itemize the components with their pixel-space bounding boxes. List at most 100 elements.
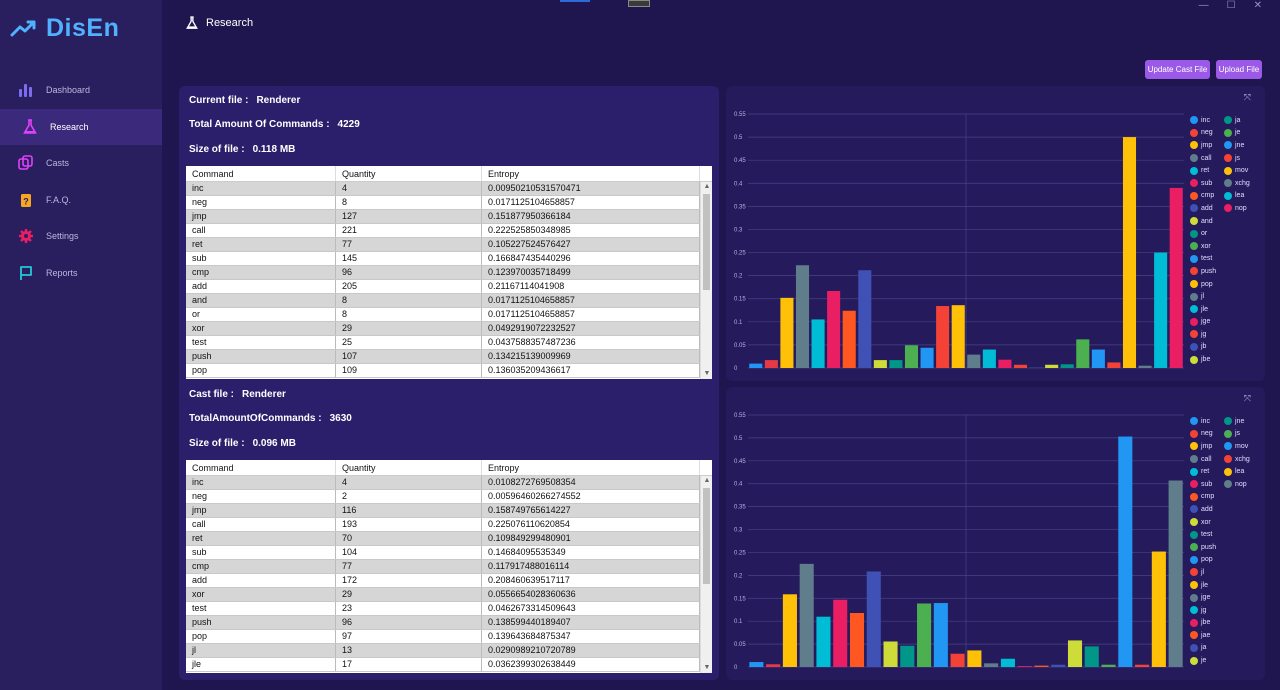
bar-js[interactable] (1101, 664, 1116, 667)
legend-item[interactable] (1224, 617, 1262, 630)
legend-item[interactable] (1224, 491, 1262, 504)
bar-nop[interactable] (1169, 187, 1183, 368)
table-row[interactable]: add 205 0.21167114041908 (186, 280, 712, 294)
legend-item[interactable]: jge (1190, 591, 1224, 604)
legend-item[interactable]: nop (1224, 478, 1262, 491)
legend-item[interactable]: jne (1224, 139, 1262, 152)
legend-item[interactable] (1224, 303, 1262, 316)
table-row[interactable]: inc 4 0.0108272769508354 (186, 476, 712, 490)
legend-item[interactable]: inc (1190, 114, 1224, 127)
legend-item[interactable]: xchg (1224, 177, 1262, 190)
sidebar-item-casts[interactable]: Casts (0, 145, 162, 181)
bar-xor[interactable] (883, 641, 898, 667)
table-row[interactable]: ret 77 0.105227524576427 (186, 238, 712, 252)
column-header-entropy[interactable]: Entropy (482, 166, 700, 181)
legend-item[interactable]: js (1224, 428, 1262, 441)
legend-item[interactable]: test (1190, 528, 1224, 541)
legend-item[interactable] (1224, 566, 1262, 579)
sidebar-item-settings[interactable]: Settings (0, 218, 162, 254)
legend-item[interactable]: nop (1224, 202, 1262, 215)
legend-item[interactable] (1224, 341, 1262, 354)
legend-item[interactable] (1224, 516, 1262, 529)
bar-inc[interactable] (749, 363, 763, 368)
legend-item[interactable]: pop (1190, 278, 1224, 291)
maximize-icon[interactable]: ☐ (1227, 0, 1236, 11)
legend-item[interactable]: jle (1190, 579, 1224, 592)
bar-jb[interactable] (1029, 367, 1043, 369)
legend-item[interactable] (1224, 654, 1262, 667)
legend-item[interactable]: lea (1224, 465, 1262, 478)
legend-item[interactable] (1224, 328, 1262, 341)
table-row[interactable]: cmp 96 0.123970035718499 (186, 266, 712, 280)
legend-item[interactable] (1224, 503, 1262, 516)
bar-sub[interactable] (833, 599, 848, 667)
table-row[interactable]: jl 13 0.0290989210720789 (186, 644, 712, 658)
table-row[interactable]: xor 29 0.0556654028360636 (186, 588, 712, 602)
table-row[interactable]: neg 8 0.0171125104658857 (186, 196, 712, 210)
table-row[interactable]: neg 2 0.00596460266274552 (186, 490, 712, 504)
table-row[interactable]: push 96 0.138599440189407 (186, 616, 712, 630)
bar-cmp[interactable] (849, 612, 865, 667)
table-row[interactable]: add 172 0.208460639517117 (186, 574, 712, 588)
scroll-thumb[interactable] (703, 194, 710, 290)
bar-jmp[interactable] (782, 594, 797, 667)
bar-ret[interactable] (816, 616, 831, 667)
legend-item[interactable]: mov (1224, 440, 1262, 453)
legend-item[interactable] (1224, 629, 1262, 642)
legend-item[interactable]: jae (1190, 629, 1224, 642)
legend-item[interactable]: jbe (1190, 617, 1224, 630)
bar-lea[interactable] (1154, 252, 1168, 368)
bar-nop[interactable] (1168, 480, 1183, 667)
legend-item[interactable]: ja (1224, 114, 1262, 127)
bar-mov[interactable] (1122, 137, 1137, 368)
bar-je[interactable] (1076, 339, 1090, 368)
bar-jle[interactable] (982, 349, 996, 368)
legend-item[interactable] (1224, 265, 1262, 278)
legend-item[interactable]: jne (1224, 415, 1262, 428)
table-row[interactable]: sub 145 0.166847435440296 (186, 252, 712, 266)
scroll-thumb[interactable] (703, 488, 710, 584)
current-commands-table[interactable]: Command Quantity Entropy inc 4 0.009502105… (186, 166, 712, 379)
legend-item[interactable]: neg (1190, 127, 1224, 140)
table-row[interactable]: push 107 0.134215139009969 (186, 350, 712, 364)
column-header-entropy[interactable]: Entropy (482, 460, 700, 475)
table-row[interactable]: jle 17 0.0362399302638449 (186, 658, 712, 672)
legend-item[interactable]: add (1190, 202, 1224, 215)
bar-add[interactable] (866, 571, 881, 667)
table-row[interactable]: cmp 77 0.117917488016114 (186, 560, 712, 574)
sidebar-item-research[interactable]: Research (0, 108, 162, 145)
sidebar-item-reports[interactable]: Reports (0, 255, 162, 291)
table-row[interactable]: ret 70 0.109849299480901 (186, 532, 712, 546)
bar-xchg[interactable] (1135, 664, 1150, 667)
scroll-up-icon[interactable]: ▲ (701, 476, 712, 486)
legend-item[interactable]: add (1190, 503, 1224, 516)
column-header-quantity[interactable]: Quantity (336, 166, 482, 181)
bar-xor[interactable] (904, 345, 919, 368)
bar-jle[interactable] (967, 650, 982, 667)
close-icon[interactable]: ✕ (1254, 0, 1262, 11)
legend-item[interactable]: jl (1190, 566, 1224, 579)
bar-pop[interactable] (933, 603, 948, 667)
bar-push[interactable] (917, 603, 932, 667)
bar-cmp[interactable] (842, 310, 856, 368)
table-row[interactable]: or 8 0.0171125104658857 (186, 308, 712, 322)
app-logo[interactable]: DisEn (10, 14, 119, 43)
bar-je[interactable] (1067, 640, 1083, 667)
legend-item[interactable]: pop (1190, 554, 1224, 567)
legend-item[interactable] (1224, 528, 1262, 541)
bar-mov[interactable] (1118, 436, 1133, 667)
column-header-quantity[interactable]: Quantity (336, 460, 482, 475)
bar-jge[interactable] (998, 359, 1012, 368)
scroll-up-icon[interactable]: ▲ (701, 182, 712, 192)
legend-item[interactable]: ja (1190, 642, 1224, 655)
legend-item[interactable]: neg (1190, 428, 1224, 441)
legend-item[interactable]: sub (1190, 177, 1224, 190)
expand-icon[interactable]: ⤧ (1244, 92, 1251, 103)
bar-ja[interactable] (1051, 664, 1066, 667)
table-row[interactable]: call 193 0.225076110620854 (186, 518, 712, 532)
table-row[interactable]: pop 97 0.139643684875347 (186, 630, 712, 644)
bar-sub[interactable] (827, 290, 841, 368)
legend-item[interactable]: cmp (1190, 190, 1224, 203)
table-row[interactable]: jmp 116 0.158749765614227 (186, 504, 712, 518)
legend-item[interactable]: xor (1190, 240, 1224, 253)
